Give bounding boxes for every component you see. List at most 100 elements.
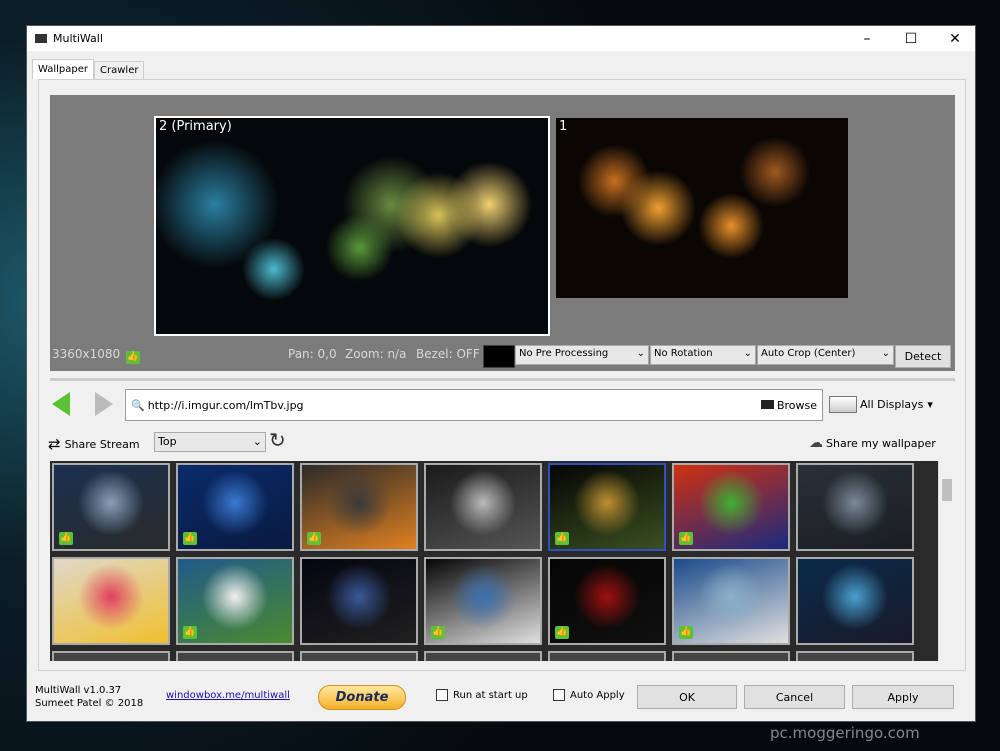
wallpaper-thumbnail[interactable]: 👍 <box>176 463 294 551</box>
chevron-down-icon: ⌄ <box>743 348 752 359</box>
grid-scrollbar[interactable] <box>938 461 955 661</box>
search-icon: 🔍 <box>131 398 145 412</box>
browse-button[interactable]: Browse <box>760 398 817 412</box>
caret-down-icon: ▾ <box>927 398 933 411</box>
run-at-startup-label: Run at start up <box>453 690 528 701</box>
auto-apply-checkbox[interactable]: Auto Apply <box>553 689 625 701</box>
crop-select[interactable]: Auto Crop (Center) ⌄ <box>757 345 894 365</box>
wallpaper-panel: 2 (Primary) 1 3360x1080 👍 Pan: 0,0 Zoom:… <box>38 79 966 671</box>
folder-icon <box>760 399 774 409</box>
title-bar: MultiWall – ☐ ✕ <box>27 26 975 51</box>
website-link[interactable]: windowbox.me/multiwall <box>166 690 290 701</box>
splitter[interactable] <box>50 378 955 381</box>
wallpaper-thumbnail[interactable] <box>424 463 542 551</box>
share-my-wallpaper-button[interactable]: ☁ Share my wallpaper <box>809 435 936 451</box>
wallpaper-thumbnail[interactable]: 👍 <box>548 463 666 551</box>
version-label: MultiWall v1.0.37 <box>35 685 122 696</box>
checkbox[interactable] <box>436 689 448 701</box>
tab-wallpaper[interactable]: Wallpaper <box>32 59 95 79</box>
multiwall-window: MultiWall – ☐ ✕ Wallpaper Crawler 2 (Pri… <box>26 25 976 722</box>
thumbs-up-icon[interactable]: 👍 <box>679 532 693 545</box>
cloud-upload-icon: ☁ <box>809 435 823 451</box>
auto-apply-label: Auto Apply <box>570 690 625 701</box>
cancel-button[interactable]: Cancel <box>744 685 845 709</box>
pan-label: Pan: 0,0 <box>288 347 337 361</box>
pre-processing-select[interactable]: No Pre Processing ⌄ <box>515 345 649 365</box>
rotation-value: No Rotation <box>654 348 713 359</box>
bezel-label: Bezel: OFF <box>416 347 480 361</box>
apply-button[interactable]: Apply <box>852 685 954 709</box>
share-my-wallpaper-label: Share my wallpaper <box>826 436 936 450</box>
wallpaper-grid: 👍 👍 👍 👍 👍 👍 👍 👍 👍 <box>50 461 955 661</box>
browse-label: Browse <box>776 398 817 412</box>
author-label: Sumeet Patel © 2018 <box>35 698 144 709</box>
wallpaper-thumbnail[interactable]: 👍 <box>672 557 790 645</box>
monitor-icon <box>829 396 857 413</box>
wallpaper-thumbnail[interactable] <box>796 557 914 645</box>
window-title: MultiWall <box>53 32 103 45</box>
checkbox[interactable] <box>553 689 565 701</box>
wallpaper-thumbnail[interactable] <box>796 651 914 661</box>
wallpaper-thumbnail[interactable]: 👍 <box>300 463 418 551</box>
thumbs-up-icon[interactable]: 👍 <box>431 626 445 639</box>
forward-arrow-icon[interactable] <box>95 392 113 416</box>
wallpaper-thumbnail[interactable]: 👍 <box>52 463 170 551</box>
thumbs-up-icon[interactable]: 👍 <box>59 532 73 545</box>
sort-value: Top <box>158 435 177 448</box>
tab-crawler[interactable]: Crawler <box>94 61 145 79</box>
wallpaper-thumbnail[interactable] <box>424 651 542 661</box>
thumbs-up-icon[interactable]: 👍 <box>555 626 569 639</box>
donate-button[interactable]: Donate <box>318 685 406 710</box>
back-arrow-icon[interactable] <box>52 392 70 416</box>
all-displays-dropdown[interactable]: All Displays ▾ <box>829 396 933 413</box>
app-icon <box>35 34 47 43</box>
wallpaper-thumbnail[interactable]: 👍 <box>176 557 294 645</box>
wallpaper-thumbnail[interactable] <box>52 651 170 661</box>
wallpaper-thumbnail[interactable] <box>176 651 294 661</box>
share-stream-label: Share Stream <box>64 437 140 451</box>
wallpaper-thumbnail[interactable] <box>548 651 666 661</box>
thumbs-up-icon[interactable]: 👍 <box>679 626 693 639</box>
close-button[interactable]: ✕ <box>933 26 977 51</box>
footer: MultiWall v1.0.37 Sumeet Patel © 2018 wi… <box>27 676 975 721</box>
detect-button[interactable]: Detect <box>895 345 951 368</box>
wallpaper-thumbnail[interactable] <box>52 557 170 645</box>
ok-button[interactable]: OK <box>637 685 737 709</box>
bezel-color-swatch[interactable] <box>483 345 515 368</box>
rotation-select[interactable]: No Rotation ⌄ <box>650 345 756 365</box>
wallpaper-thumbnail[interactable] <box>672 651 790 661</box>
maximize-button[interactable]: ☐ <box>889 26 933 51</box>
wallpaper-thumbnail[interactable] <box>300 651 418 661</box>
thumbs-up-icon[interactable]: 👍 <box>183 532 197 545</box>
url-input[interactable]: 🔍 http://i.imgur.com/lmTbv.jpg Browse <box>125 389 823 421</box>
share-stream-button[interactable]: ⇄ Share Stream <box>48 435 140 453</box>
chevron-down-icon: ⌄ <box>252 435 262 448</box>
refresh-icon[interactable]: ↻ <box>269 428 286 452</box>
monitor-secondary-preview[interactable]: 1 <box>556 118 848 298</box>
thumbs-up-icon[interactable]: 👍 <box>307 532 321 545</box>
wallpaper-thumbnail[interactable] <box>300 557 418 645</box>
wallpaper-thumbnail[interactable]: 👍 <box>672 463 790 551</box>
watermark: pc.moggeringo.com <box>770 724 920 742</box>
run-at-startup-checkbox[interactable]: Run at start up <box>436 689 528 701</box>
monitor-primary-preview[interactable]: 2 (Primary) <box>154 116 550 336</box>
thumbs-up-icon[interactable]: 👍 <box>183 626 197 639</box>
display-preview: 2 (Primary) 1 3360x1080 👍 Pan: 0,0 Zoom:… <box>50 95 955 371</box>
wallpaper-thumbnail[interactable]: 👍 <box>424 557 542 645</box>
chevron-down-icon: ⌄ <box>881 348 890 359</box>
monitor-secondary-label: 1 <box>559 119 568 134</box>
thumbs-up-icon[interactable]: 👍 <box>126 351 140 364</box>
scrollbar-thumb[interactable] <box>942 479 952 501</box>
crop-value: Auto Crop (Center) <box>761 348 856 359</box>
minimize-button[interactable]: – <box>845 26 889 51</box>
pre-processing-value: No Pre Processing <box>519 348 609 359</box>
wallpaper-thumbnail[interactable]: 👍 <box>548 557 666 645</box>
wallpaper-thumbnail[interactable] <box>796 463 914 551</box>
zoom-label: Zoom: n/a <box>345 347 407 361</box>
shuffle-icon: ⇄ <box>48 435 61 453</box>
url-value: http://i.imgur.com/lmTbv.jpg <box>147 398 304 412</box>
thumbs-up-icon[interactable]: 👍 <box>555 532 569 545</box>
chevron-down-icon: ⌄ <box>636 348 645 359</box>
monitor-primary-label: 2 (Primary) <box>159 119 232 134</box>
sort-select[interactable]: Top ⌄ <box>154 432 266 452</box>
